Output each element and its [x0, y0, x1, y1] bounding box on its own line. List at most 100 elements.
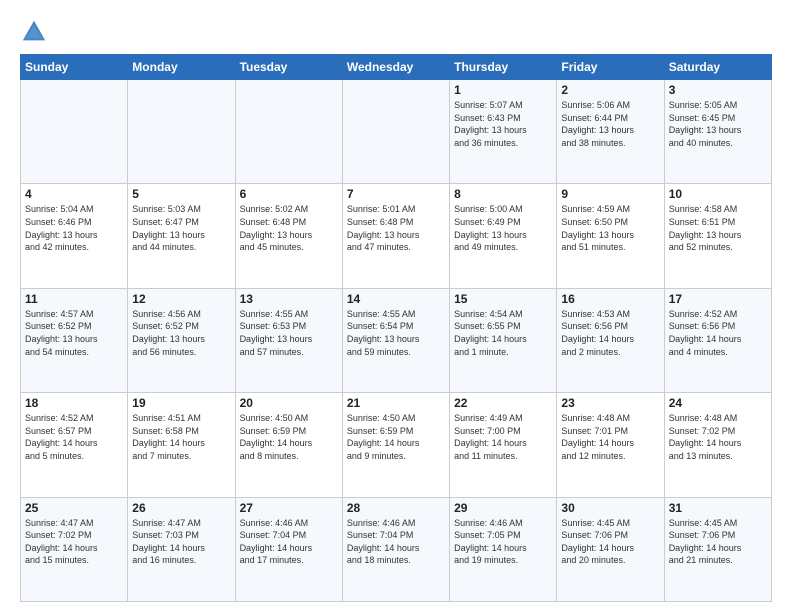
day-info: Sunrise: 4:46 AM Sunset: 7:04 PM Dayligh… [240, 517, 338, 567]
calendar-cell: 21 Sunrise: 4:50 AM Sunset: 6:59 PM Dayli… [342, 393, 449, 497]
calendar-cell: 11 Sunrise: 4:57 AM Sunset: 6:52 PM Dayli… [21, 288, 128, 392]
day-info: Sunrise: 4:51 AM Sunset: 6:58 PM Dayligh… [132, 412, 230, 462]
day-info: Sunrise: 4:46 AM Sunset: 7:05 PM Dayligh… [454, 517, 552, 567]
calendar-cell: 7Sunrise: 5:01 AM Sunset: 6:48 PM Daylig… [342, 184, 449, 288]
day-number: 11 [25, 292, 123, 306]
calendar-cell: 20Sunrise: 4:50 AM Sunset: 6:59 PM Dayli… [235, 393, 342, 497]
day-number: 26 [132, 501, 230, 515]
calendar-cell: 23Sunrise: 4:48 AM Sunset: 7:01 PM Dayli… [557, 393, 664, 497]
calendar-cell: 8Sunrise: 5:00 AM Sunset: 6:49 PM Daylig… [450, 184, 557, 288]
calendar-cell: 22Sunrise: 4:49 AM Sunset: 7:00 PM Dayli… [450, 393, 557, 497]
day-info: Sunrise: 4:50 AM Sunset: 6:59 PM Dayligh… [240, 412, 338, 462]
day-info: Sunrise: 4:48 AM Sunset: 7:02 PM Dayligh… [669, 412, 767, 462]
calendar-cell [235, 80, 342, 184]
day-number: 16 [561, 292, 659, 306]
calendar-day-header: Thursday [450, 55, 557, 80]
calendar-week-row: 18 Sunrise: 4:52 AM Sunset: 6:57 PM Dayli… [21, 393, 772, 497]
day-number: 4 [25, 187, 123, 201]
day-number: 17 [669, 292, 767, 306]
day-number: 19 [132, 396, 230, 410]
page: SundayMondayTuesdayWednesdayThursdayFrid… [0, 0, 792, 612]
day-number: 31 [669, 501, 767, 515]
calendar-header-row: SundayMondayTuesdayWednesdayThursdayFrid… [21, 55, 772, 80]
day-info: Sunrise: 4:55 AM Sunset: 6:54 PM Dayligh… [347, 308, 445, 358]
calendar-cell: 5Sunrise: 5:03 AM Sunset: 6:47 PM Daylig… [128, 184, 235, 288]
calendar-cell: 19 Sunrise: 4:51 AM Sunset: 6:58 PM Dayli… [128, 393, 235, 497]
day-number: 1 [454, 83, 552, 97]
calendar-cell: 14 Sunrise: 4:55 AM Sunset: 6:54 PM Dayli… [342, 288, 449, 392]
day-info: Sunrise: 4:50 AM Sunset: 6:59 PM Dayligh… [347, 412, 445, 462]
day-info: Sunrise: 5:04 AM Sunset: 6:46 PM Dayligh… [25, 203, 123, 253]
calendar-day-header: Friday [557, 55, 664, 80]
day-info: Sunrise: 4:49 AM Sunset: 7:00 PM Dayligh… [454, 412, 552, 462]
day-number: 10 [669, 187, 767, 201]
day-info: Sunrise: 4:46 AM Sunset: 7:04 PM Dayligh… [347, 517, 445, 567]
day-info: Sunrise: 4:55 AM Sunset: 6:53 PM Dayligh… [240, 308, 338, 358]
calendar-cell: 29 Sunrise: 4:46 AM Sunset: 7:05 PM Dayli… [450, 497, 557, 601]
logo [20, 18, 52, 46]
calendar-table: SundayMondayTuesdayWednesdayThursdayFrid… [20, 54, 772, 602]
day-number: 18 [25, 396, 123, 410]
day-info: Sunrise: 4:56 AM Sunset: 6:52 PM Dayligh… [132, 308, 230, 358]
calendar-cell [21, 80, 128, 184]
calendar-cell: 31Sunrise: 4:45 AM Sunset: 7:06 PM Dayli… [664, 497, 771, 601]
calendar-cell: 27 Sunrise: 4:46 AM Sunset: 7:04 PM Dayli… [235, 497, 342, 601]
day-info: Sunrise: 4:52 AM Sunset: 6:57 PM Dayligh… [25, 412, 123, 462]
day-number: 23 [561, 396, 659, 410]
calendar-cell: 13Sunrise: 4:55 AM Sunset: 6:53 PM Dayli… [235, 288, 342, 392]
calendar-day-header: Tuesday [235, 55, 342, 80]
day-info: Sunrise: 4:54 AM Sunset: 6:55 PM Dayligh… [454, 308, 552, 358]
day-number: 28 [347, 501, 445, 515]
calendar-week-row: 1 Sunrise: 5:07 AM Sunset: 6:43 PM Daylig… [21, 80, 772, 184]
day-info: Sunrise: 4:57 AM Sunset: 6:52 PM Dayligh… [25, 308, 123, 358]
day-number: 24 [669, 396, 767, 410]
calendar-cell: 9 Sunrise: 4:59 AM Sunset: 6:50 PM Daylig… [557, 184, 664, 288]
day-number: 14 [347, 292, 445, 306]
calendar-cell: 24 Sunrise: 4:48 AM Sunset: 7:02 PM Dayli… [664, 393, 771, 497]
calendar-cell: 17 Sunrise: 4:52 AM Sunset: 6:56 PM Dayli… [664, 288, 771, 392]
day-number: 30 [561, 501, 659, 515]
calendar-day-header: Wednesday [342, 55, 449, 80]
day-info: Sunrise: 5:02 AM Sunset: 6:48 PM Dayligh… [240, 203, 338, 253]
day-info: Sunrise: 4:52 AM Sunset: 6:56 PM Dayligh… [669, 308, 767, 358]
calendar-day-header: Sunday [21, 55, 128, 80]
day-info: Sunrise: 5:00 AM Sunset: 6:49 PM Dayligh… [454, 203, 552, 253]
day-number: 2 [561, 83, 659, 97]
logo-icon [20, 18, 48, 46]
calendar-week-row: 25Sunrise: 4:47 AM Sunset: 7:02 PM Dayli… [21, 497, 772, 601]
calendar-cell: 10 Sunrise: 4:58 AM Sunset: 6:51 PM Dayli… [664, 184, 771, 288]
day-info: Sunrise: 5:01 AM Sunset: 6:48 PM Dayligh… [347, 203, 445, 253]
day-info: Sunrise: 4:59 AM Sunset: 6:50 PM Dayligh… [561, 203, 659, 253]
calendar-cell: 12 Sunrise: 4:56 AM Sunset: 6:52 PM Dayli… [128, 288, 235, 392]
calendar-cell: 25Sunrise: 4:47 AM Sunset: 7:02 PM Dayli… [21, 497, 128, 601]
calendar-week-row: 4 Sunrise: 5:04 AM Sunset: 6:46 PM Daylig… [21, 184, 772, 288]
header [20, 18, 772, 46]
day-info: Sunrise: 5:05 AM Sunset: 6:45 PM Dayligh… [669, 99, 767, 149]
calendar-cell: 2 Sunrise: 5:06 AM Sunset: 6:44 PM Daylig… [557, 80, 664, 184]
day-number: 6 [240, 187, 338, 201]
calendar-cell: 3 Sunrise: 5:05 AM Sunset: 6:45 PM Daylig… [664, 80, 771, 184]
day-number: 21 [347, 396, 445, 410]
day-number: 27 [240, 501, 338, 515]
day-info: Sunrise: 4:45 AM Sunset: 7:06 PM Dayligh… [561, 517, 659, 567]
day-info: Sunrise: 5:07 AM Sunset: 6:43 PM Dayligh… [454, 99, 552, 149]
calendar-day-header: Monday [128, 55, 235, 80]
day-number: 25 [25, 501, 123, 515]
calendar-day-header: Saturday [664, 55, 771, 80]
calendar-cell: 15 Sunrise: 4:54 AM Sunset: 6:55 PM Dayli… [450, 288, 557, 392]
calendar-cell: 1 Sunrise: 5:07 AM Sunset: 6:43 PM Daylig… [450, 80, 557, 184]
calendar-cell: 4 Sunrise: 5:04 AM Sunset: 6:46 PM Daylig… [21, 184, 128, 288]
day-number: 12 [132, 292, 230, 306]
day-info: Sunrise: 4:53 AM Sunset: 6:56 PM Dayligh… [561, 308, 659, 358]
calendar-cell: 16 Sunrise: 4:53 AM Sunset: 6:56 PM Dayli… [557, 288, 664, 392]
day-number: 29 [454, 501, 552, 515]
calendar-cell: 18 Sunrise: 4:52 AM Sunset: 6:57 PM Dayli… [21, 393, 128, 497]
day-number: 15 [454, 292, 552, 306]
day-info: Sunrise: 4:47 AM Sunset: 7:03 PM Dayligh… [132, 517, 230, 567]
day-number: 3 [669, 83, 767, 97]
day-info: Sunrise: 4:58 AM Sunset: 6:51 PM Dayligh… [669, 203, 767, 253]
day-info: Sunrise: 5:06 AM Sunset: 6:44 PM Dayligh… [561, 99, 659, 149]
calendar-cell [128, 80, 235, 184]
day-number: 5 [132, 187, 230, 201]
day-number: 9 [561, 187, 659, 201]
